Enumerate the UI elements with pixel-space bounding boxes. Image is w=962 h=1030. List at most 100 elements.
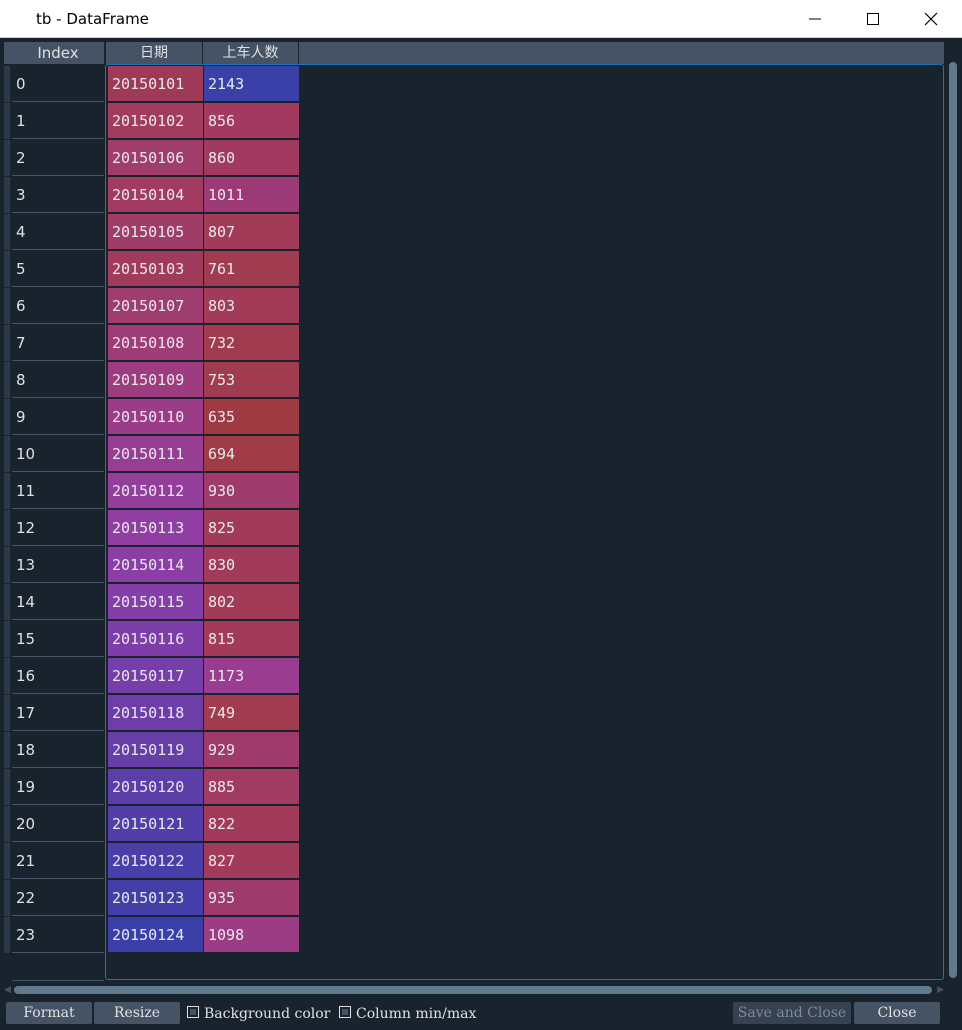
index-row[interactable]: 4 — [4, 214, 104, 251]
close-button[interactable]: Close — [854, 1002, 940, 1024]
minimize-button[interactable] — [786, 0, 844, 38]
index-row[interactable]: 19 — [4, 769, 104, 806]
save-and-close-button[interactable]: Save and Close — [733, 1002, 851, 1024]
count-cell[interactable]: 822 — [204, 806, 300, 842]
count-cell[interactable]: 694 — [204, 436, 300, 472]
index-row[interactable]: 13 — [4, 547, 104, 584]
index-cell[interactable]: 13 — [12, 547, 104, 583]
index-row[interactable]: 12 — [4, 510, 104, 547]
index-row[interactable]: 3 — [4, 177, 104, 214]
date-cell[interactable]: 20150106 — [108, 140, 204, 176]
date-cell[interactable]: 20150104 — [108, 177, 204, 213]
horizontal-scrollbar-handle[interactable] — [14, 986, 932, 994]
index-cell[interactable]: 1 — [12, 103, 104, 139]
count-cell[interactable]: 1011 — [204, 177, 300, 213]
count-cell[interactable]: 885 — [204, 769, 300, 805]
scroll-right-arrow-icon[interactable]: ▶ — [937, 985, 944, 995]
index-cell[interactable]: 18 — [12, 732, 104, 768]
index-row[interactable]: 6 — [4, 288, 104, 325]
index-cell[interactable]: 6 — [12, 288, 104, 324]
index-row[interactable]: 15 — [4, 621, 104, 658]
index-column-header[interactable]: Index — [12, 42, 105, 64]
index-row[interactable]: 11 — [4, 473, 104, 510]
date-cell[interactable]: 20150121 — [108, 806, 204, 842]
horizontal-scrollbar[interactable]: ◀ ▶ — [4, 984, 944, 996]
date-cell[interactable]: 20150110 — [108, 399, 204, 435]
count-cell[interactable]: 825 — [204, 510, 300, 546]
index-cell[interactable]: 8 — [12, 362, 104, 398]
count-cell[interactable]: 856 — [204, 103, 300, 139]
count-cell[interactable]: 807 — [204, 214, 300, 250]
index-cell[interactable]: 22 — [12, 880, 104, 916]
count-cell[interactable]: 2143 — [204, 66, 300, 102]
count-cell[interactable]: 802 — [204, 584, 300, 620]
date-cell[interactable]: 20150122 — [108, 843, 204, 879]
date-cell[interactable]: 20150114 — [108, 547, 204, 583]
index-cell[interactable]: 16 — [12, 658, 104, 694]
index-row[interactable]: 16 — [4, 658, 104, 695]
index-row[interactable]: 14 — [4, 584, 104, 621]
index-row[interactable]: 0 — [4, 66, 104, 103]
index-cell[interactable]: 5 — [12, 251, 104, 287]
date-cell[interactable]: 20150115 — [108, 584, 204, 620]
index-cell[interactable]: 21 — [12, 843, 104, 879]
scroll-left-arrow-icon[interactable]: ◀ — [4, 985, 11, 995]
count-cell[interactable]: 929 — [204, 732, 300, 768]
count-cell[interactable]: 930 — [204, 473, 300, 509]
date-cell[interactable]: 20150112 — [108, 473, 204, 509]
index-cell[interactable]: 9 — [12, 399, 104, 435]
index-cell[interactable]: 15 — [12, 621, 104, 657]
count-cell[interactable]: 830 — [204, 547, 300, 583]
count-cell[interactable]: 635 — [204, 399, 300, 435]
resize-button[interactable]: Resize — [94, 1002, 180, 1024]
count-cell[interactable]: 761 — [204, 251, 300, 287]
count-cell[interactable]: 860 — [204, 140, 300, 176]
maximize-button[interactable] — [844, 0, 902, 38]
index-row[interactable]: 21 — [4, 843, 104, 880]
index-cell[interactable]: 0 — [12, 66, 104, 102]
background-color-checkbox[interactable] — [187, 1006, 199, 1018]
count-cell[interactable]: 803 — [204, 288, 300, 324]
index-cell[interactable]: 17 — [12, 695, 104, 731]
date-cell[interactable]: 20150124 — [108, 917, 204, 953]
close-window-button[interactable] — [902, 0, 960, 38]
count-cell[interactable]: 1098 — [204, 917, 300, 953]
index-cell[interactable]: 4 — [12, 214, 104, 250]
index-cell[interactable]: 23 — [12, 917, 104, 953]
index-row[interactable]: 17 — [4, 695, 104, 732]
format-button[interactable]: Format — [6, 1002, 92, 1024]
count-cell[interactable]: 1173 — [204, 658, 300, 694]
date-cell[interactable]: 20150123 — [108, 880, 204, 916]
index-cell[interactable]: 10 — [12, 436, 104, 472]
vertical-scrollbar-handle[interactable] — [949, 62, 957, 978]
index-cell[interactable]: 20 — [12, 806, 104, 842]
date-cell[interactable]: 20150105 — [108, 214, 204, 250]
date-cell[interactable]: 20150119 — [108, 732, 204, 768]
index-cell[interactable]: 2 — [12, 140, 104, 176]
column-header-date[interactable]: 日期 — [106, 42, 203, 64]
column-header-count[interactable]: 上车人数 — [203, 42, 299, 64]
date-cell[interactable]: 20150107 — [108, 288, 204, 324]
index-row[interactable]: 10 — [4, 436, 104, 473]
date-cell[interactable]: 20150101 — [108, 66, 204, 102]
date-cell[interactable]: 20150113 — [108, 510, 204, 546]
index-cell[interactable]: 19 — [12, 769, 104, 805]
index-row[interactable]: 23 — [4, 917, 104, 954]
count-cell[interactable]: 935 — [204, 880, 300, 916]
date-cell[interactable]: 20150120 — [108, 769, 204, 805]
count-cell[interactable]: 749 — [204, 695, 300, 731]
date-cell[interactable]: 20150116 — [108, 621, 204, 657]
date-cell[interactable]: 20150111 — [108, 436, 204, 472]
count-cell[interactable]: 827 — [204, 843, 300, 879]
count-cell[interactable]: 732 — [204, 325, 300, 361]
date-cell[interactable]: 20150103 — [108, 251, 204, 287]
date-cell[interactable]: 20150109 — [108, 362, 204, 398]
count-cell[interactable]: 815 — [204, 621, 300, 657]
index-row[interactable]: 22 — [4, 880, 104, 917]
index-row[interactable]: 8 — [4, 362, 104, 399]
index-row[interactable]: 1 — [4, 103, 104, 140]
index-cell[interactable]: 3 — [12, 177, 104, 213]
index-row[interactable]: 9 — [4, 399, 104, 436]
index-cell[interactable]: 7 — [12, 325, 104, 361]
date-cell[interactable]: 20150117 — [108, 658, 204, 694]
